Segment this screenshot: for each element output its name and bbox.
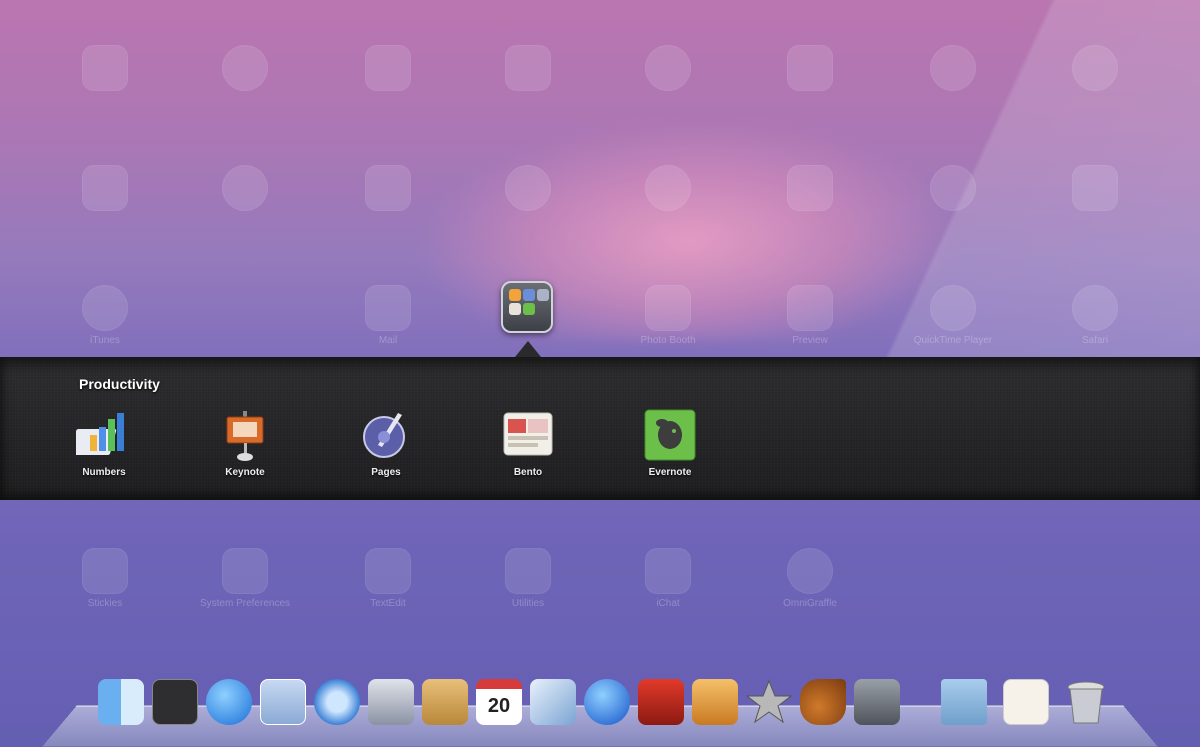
numbers-icon [70,409,132,463]
folder-pointer-arrow [515,341,541,357]
bg-app-icon[interactable] [608,45,728,91]
bg-app-mail[interactable]: Mail [328,285,448,346]
dock-mail[interactable] [257,676,309,728]
dock-app-store[interactable] [203,676,255,728]
dock-itunes[interactable] [581,676,633,728]
photo-booth-icon [638,679,684,725]
dock-system-preferences[interactable] [851,676,903,728]
system-preferences-icon [854,679,900,725]
mini-app-icon [523,303,535,315]
dock-textedit[interactable] [1000,676,1052,728]
finder-icon [98,679,144,725]
bg-app-icon[interactable] [328,165,448,211]
dock-preview[interactable] [527,676,579,728]
bg-app-icon[interactable] [45,165,165,211]
bg-app-icon[interactable] [1035,45,1155,91]
dock-garageband[interactable] [797,676,849,728]
mini-app-icon [509,303,521,315]
bg-app-icon[interactable] [185,165,305,211]
folder-panel: Productivity Numbers Keynote Pages Bento… [0,357,1200,500]
bg-app-omnigraffle[interactable]: OmniGraffle [750,548,870,609]
dock-iphoto[interactable] [689,676,741,728]
bg-app-icon[interactable] [750,45,870,91]
bg-app-textedit[interactable]: TextEdit [328,548,448,609]
bg-app-icon[interactable] [468,165,588,211]
dashboard-icon [152,679,198,725]
dock-finder[interactable] [95,676,147,728]
bg-app-stickies[interactable]: Stickies [45,548,165,609]
dock-imovie[interactable] [743,676,795,728]
bg-app-photo-booth[interactable]: Photo Booth [608,285,728,346]
dock-safari[interactable] [311,676,363,728]
address-book-icon [422,679,468,725]
pages-icon [358,409,414,463]
bg-app-quicktime[interactable]: QuickTime Player [893,285,1013,346]
ical-icon: 20 [476,679,522,725]
facetime-icon [368,679,414,725]
dock: 20 [90,676,1120,736]
dock-facetime[interactable] [365,676,417,728]
garageband-icon [800,679,846,725]
dock-address-book[interactable] [419,676,471,728]
preview-icon [530,679,576,725]
folder-icon [941,679,987,725]
bg-app-icon[interactable] [893,45,1013,91]
bg-app-system-preferences[interactable]: System Preferences [185,548,305,609]
bg-app-utilities[interactable]: Utilities [468,548,588,609]
imovie-icon [745,679,793,725]
bg-app-icon[interactable] [750,165,870,211]
bg-app-icon[interactable] [185,45,305,91]
bento-icon [500,409,556,463]
mail-icon [260,679,306,725]
bg-app-preview[interactable]: Preview [750,285,870,346]
mini-app-icon [523,289,535,301]
itunes-icon [584,679,630,725]
ical-date: 20 [487,695,511,717]
safari-icon [314,679,360,725]
keynote-icon [217,409,273,463]
bg-app-icon[interactable] [468,45,588,91]
textedit-icon [1003,679,1049,725]
bg-app-icon[interactable] [45,45,165,91]
bg-app-icon[interactable] [1035,165,1155,211]
mini-app-icon [537,289,549,301]
bg-app-icon[interactable] [608,165,728,211]
trash-icon [1063,679,1109,725]
app-store-icon [206,679,252,725]
bg-app-icon[interactable] [893,165,1013,211]
iphoto-icon [692,679,738,725]
app-pages[interactable]: Pages [331,409,441,478]
mini-app-icon [509,289,521,301]
evernote-icon [642,409,698,463]
app-evernote[interactable]: Evernote [615,409,725,478]
bg-app-itunes[interactable]: iTunes [45,285,165,346]
dock-ical[interactable]: 20 [473,676,525,728]
bg-app-icon[interactable] [328,45,448,91]
dock-folder[interactable] [938,676,990,728]
dock-photo-booth[interactable] [635,676,687,728]
app-numbers[interactable]: Numbers [49,409,159,478]
dock-dashboard[interactable] [149,676,201,728]
folder-title[interactable]: Productivity [79,376,160,392]
bg-app-safari[interactable]: Safari [1035,285,1155,346]
dock-trash[interactable] [1060,676,1112,728]
productivity-folder-icon[interactable] [501,281,553,333]
app-bento[interactable]: Bento [473,409,583,478]
app-keynote[interactable]: Keynote [190,409,300,478]
bg-app-ichat[interactable]: iChat [608,548,728,609]
